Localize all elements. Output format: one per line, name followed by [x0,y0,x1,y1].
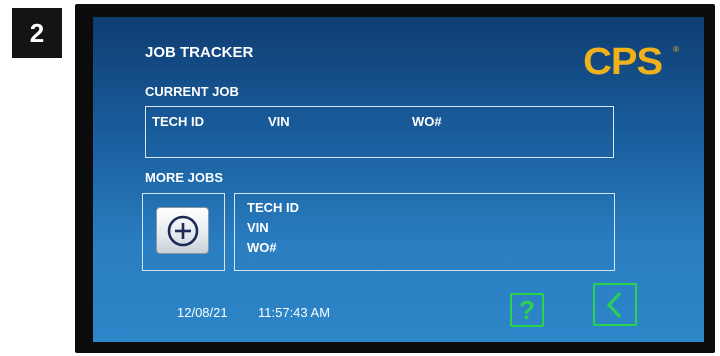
more-jobs-panel[interactable]: TECH ID VIN WO# [234,193,615,271]
add-job-button[interactable] [156,207,209,254]
add-job-frame [142,193,225,271]
current-job-vin-header: VIN [268,114,290,129]
current-job-tech-id-header: TECH ID [152,114,204,129]
more-jobs-label: MORE JOBS [145,170,224,185]
plus-circle-icon [167,215,198,246]
current-job-wo-header: WO# [412,114,442,129]
current-job-panel[interactable]: TECH ID VIN WO# [145,106,614,158]
current-job-label: CURRENT JOB [145,84,239,99]
help-button[interactable]: ? [510,293,544,327]
back-button[interactable] [593,283,637,326]
more-jobs-vin-label: VIN [247,220,269,235]
time-display: 11:57:43 AM [258,305,331,320]
job-tracker-screen: JOB TRACKER CPS ® CURRENT JOB TECH ID VI… [93,17,704,342]
registered-mark: ® [673,45,679,54]
chevron-left-icon [606,291,622,318]
more-jobs-wo-label: WO# [247,240,277,255]
cps-logo-text: CPS [583,41,663,83]
step-number-badge: 2 [12,8,62,58]
page-title: JOB TRACKER [145,44,254,61]
more-jobs-tech-id-label: TECH ID [247,200,299,215]
cps-logo: CPS ® [583,41,679,83]
date-display: 12/08/21 [177,305,228,320]
